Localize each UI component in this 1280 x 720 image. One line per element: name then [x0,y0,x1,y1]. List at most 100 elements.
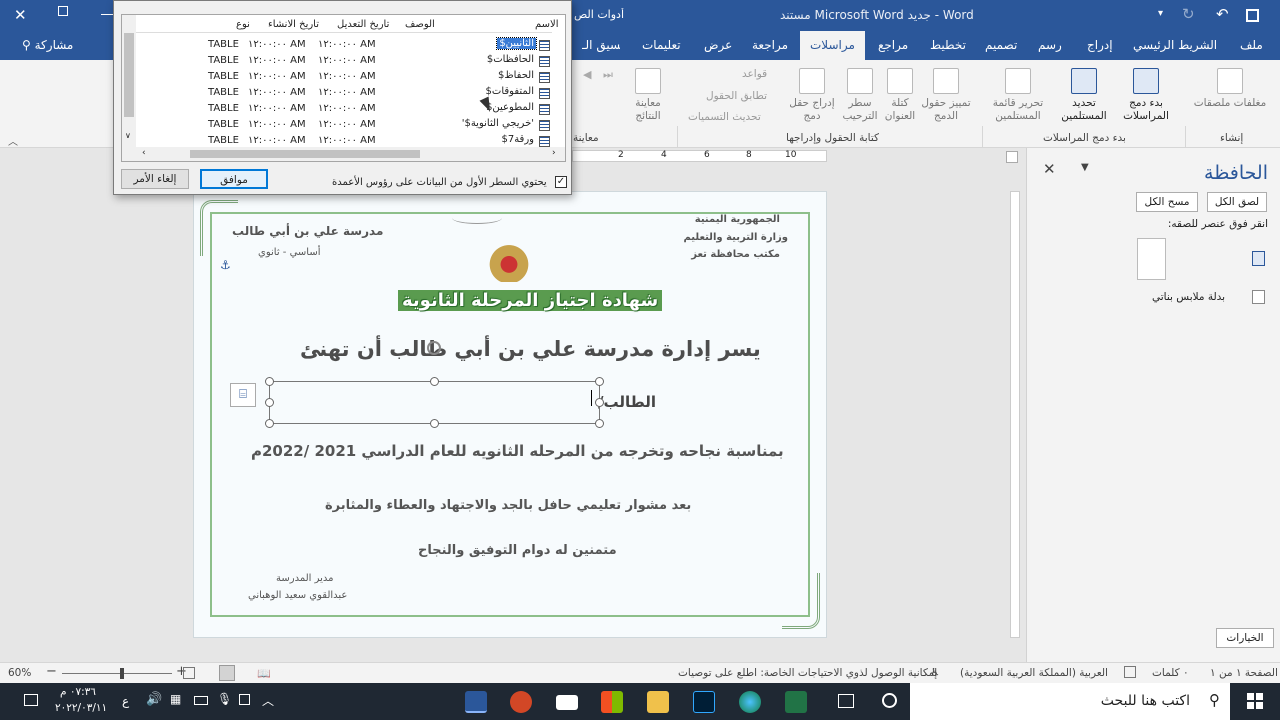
layout-options-icon[interactable]: ⌸ [230,383,256,407]
redo-icon[interactable]: ↻ [1182,5,1195,23]
greeting-line-button[interactable]: سطر الترحيب [842,68,878,123]
vertical-scrollbar[interactable]: ∨ [122,15,136,161]
mail-app-icon[interactable] [556,695,578,710]
print-layout-icon[interactable] [219,665,235,681]
battery-icon[interactable] [194,696,208,705]
match-fields-button[interactable]: تطابق الحقول [706,90,767,102]
scroll-right-icon[interactable]: › [552,148,556,158]
insert-merge-field-button[interactable]: إدراج حقل دمج [786,68,838,123]
tab-file[interactable]: ملف [1240,38,1263,52]
cortana-icon[interactable] [882,693,897,708]
input-language[interactable]: ع [122,694,129,708]
taskbar-search-box[interactable]: اكتب هنا للبحث ⚲ [910,683,1230,720]
focus-icon[interactable] [183,667,195,679]
qat-customize-icon[interactable]: ▾ [1158,8,1163,19]
notification-icon[interactable] [24,694,38,706]
scrollbar-thumb[interactable] [124,33,134,117]
pane-options-icon[interactable]: ▼ [1081,162,1089,173]
clipboard-options-button[interactable]: الخيارات [1216,628,1274,648]
tab-view[interactable]: عرض [704,38,732,52]
page-number[interactable]: الصفحة ١ من ١ [1210,667,1278,679]
next-record-icon[interactable]: ◀ [583,68,591,81]
paste-all-button[interactable]: لصق الكل [1207,192,1267,212]
undo-icon[interactable]: ↶ [1216,5,1229,23]
show-hidden-icons[interactable]: ︿ [262,692,274,709]
resize-handle[interactable] [265,398,274,407]
rotate-handle-icon[interactable] [427,341,441,355]
start-button[interactable] [1247,693,1263,709]
edit-recipient-list-button[interactable]: تحرير قائمة المستلمين [988,68,1048,123]
select-recipients-button[interactable]: تحديد المستلمين [1054,68,1114,123]
zoom-slider-thumb[interactable] [120,668,124,679]
word-count[interactable]: ٠ كلمات [1152,667,1189,679]
address-block-button[interactable]: كتلة العنوان [882,68,918,123]
clipboard-item-label[interactable]: بدلة ملابس بناتي [1152,291,1225,303]
envelopes-labels-button[interactable]: مغلفات ملصقات [1190,68,1270,110]
share-button[interactable]: ⚲ مشاركة [22,38,73,52]
resize-handle[interactable] [595,398,604,407]
clipboard-item-preview[interactable] [1137,238,1166,280]
preview-results-button[interactable]: معاينة النتائج [628,68,668,123]
proofing-icon[interactable] [1124,666,1136,678]
network-icon[interactable]: ▦ [170,692,181,706]
edge-app-icon[interactable] [739,691,761,713]
certificate-page[interactable]: ⚓ الجمهورية اليمنية وزارة التربية والتعل… [193,191,827,638]
table-row[interactable]: TABLE ١٢:٠٠:٠٠ AM ١٢:٠٠:٠٠ AM الحافظات$ [122,54,552,70]
col-header-type[interactable]: نوع [236,19,250,30]
tray-app-icon[interactable] [239,694,250,705]
resize-handle[interactable] [430,419,439,428]
accessibility-status[interactable]: إمكانية الوصول لذوي الاحتياجات الخاصة: ا… [678,667,937,679]
resize-handle[interactable] [595,377,604,386]
tab-review[interactable]: مراجعة [752,38,788,52]
update-labels-button[interactable]: تحديث التسميات [688,111,761,123]
tab-references[interactable]: مراجع [878,38,908,52]
col-header-modified[interactable]: تاريخ التعديل [337,19,389,30]
restore-window-button[interactable] [58,6,68,16]
tab-mailings[interactable]: مراسلات [800,31,865,60]
highlight-merge-fields-button[interactable]: تمييز حقول الدمج [918,68,974,123]
col-header-description[interactable]: الوصف [405,19,435,30]
start-mail-merge-button[interactable]: بدء دمج المراسلات [1118,68,1174,123]
zoom-level[interactable]: 60% [8,667,31,679]
file-explorer-icon[interactable] [647,691,669,713]
clear-all-button[interactable]: مسح الكل [1136,192,1198,212]
close-window-button[interactable]: ✕ [14,6,27,24]
student-name-textbox[interactable] [265,377,604,428]
tab-insert[interactable]: إدراج [1087,38,1113,52]
col-header-created[interactable]: تاريخ الانشاء [268,19,319,30]
resize-handle[interactable] [430,377,439,386]
tab-layout[interactable]: تخطيط [930,38,966,52]
table-row[interactable]: TABLE ١٢:٠٠:٠٠ AM ١٢:٠٠:٠٠ AM 'خريجي الثانو… [122,118,552,134]
powerpoint-app-icon[interactable] [510,691,532,713]
photoshop-app-icon[interactable] [693,691,715,713]
minimize-window-button[interactable] [101,14,113,15]
ok-button[interactable]: موافق [200,169,268,189]
store-app-icon[interactable] [601,691,623,713]
last-record-icon[interactable]: ⏭ [603,68,613,82]
cancel-button[interactable]: إلغاء الأمر [121,169,189,189]
tab-help[interactable]: تعليمات [642,38,681,52]
language-status[interactable]: العربية (المملكة العربية السعودية) [960,667,1108,679]
rules-button[interactable]: قواعد [742,68,767,80]
save-icon[interactable] [1246,9,1259,22]
scrollbar-thumb[interactable] [190,150,420,158]
tab-format[interactable]: تنسيق الـ [582,38,620,52]
task-view-icon[interactable] [838,694,854,708]
tab-home[interactable]: الشريط الرئيسي [1133,38,1217,52]
clock-date[interactable]: ٢٠٢٢/٠٣/١١ [55,702,107,714]
tables-list[interactable]: نوع تاريخ الانشاء تاريخ التعديل الوصف ال… [121,14,566,162]
clock-time[interactable]: ٠٧:٣٦ م [60,686,96,698]
resize-handle[interactable] [595,419,604,428]
tab-design[interactable]: تصميم [985,38,1017,52]
collapse-ribbon-icon[interactable]: ︿ [8,133,18,148]
horizontal-scrollbar[interactable]: ‹ › [136,147,565,161]
table-row[interactable]: TABLE ١٢:٠٠:٠٠ AM ١٢:٠٠:٠٠ AM الحفاظ$ [122,70,552,86]
zoom-slider[interactable] [62,668,172,679]
excel-app-icon[interactable] [785,691,807,713]
read-mode-icon[interactable]: 📖 [257,667,271,680]
ruler-tab-selector[interactable] [1006,151,1018,163]
col-header-name[interactable]: الاسم [535,19,559,30]
table-row[interactable]: TABLE ١٢:٠٠:٠٠ AM ١٢:٠٠:٠٠ AM الثانيين$ [122,37,552,54]
microphone-icon[interactable]: 🎙 [217,692,232,706]
zoom-out-button[interactable]: − [46,664,57,679]
